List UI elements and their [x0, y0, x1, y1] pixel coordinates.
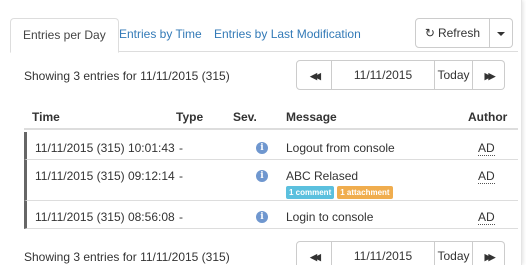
row-severity: i: [256, 167, 268, 182]
row-severity: i: [256, 208, 268, 223]
row-author[interactable]: AD: [478, 210, 495, 225]
row-author[interactable]: AD: [478, 169, 495, 184]
row-author[interactable]: AD: [478, 141, 495, 156]
row-time: 11/11/2015 (315) 10:01:43: [35, 141, 175, 155]
tab-entries-by-last-modification[interactable]: Entries by Last Modification: [202, 18, 373, 52]
table-row[interactable]: 11/11/2015 (315) 08:56:08 - i Login to c…: [24, 201, 518, 229]
row-type: -: [179, 141, 183, 155]
attachment-count-badge[interactable]: 1 attachment: [337, 186, 393, 199]
date-input[interactable]: [332, 241, 435, 265]
today-button[interactable]: Today: [435, 241, 473, 265]
next-day-button[interactable]: ▶▶: [473, 241, 505, 265]
info-icon: i: [256, 142, 268, 154]
column-header-severity[interactable]: Sev.: [233, 110, 257, 124]
column-header-time[interactable]: Time: [32, 110, 60, 124]
chevron-down-icon: [497, 31, 505, 36]
row-type: -: [179, 210, 183, 224]
row-time: 11/11/2015 (315) 08:56:08: [35, 210, 175, 224]
refresh-icon: ↻: [424, 26, 435, 40]
today-button[interactable]: Today: [435, 60, 473, 90]
refresh-label: Refresh: [437, 26, 480, 40]
comment-count-badge[interactable]: 1 comment: [286, 186, 335, 199]
double-chevron-right-icon: ▶▶: [484, 252, 496, 262]
date-pager: ◀◀ Today ▶▶: [296, 241, 505, 265]
date-input[interactable]: [332, 60, 435, 90]
log-panel: Entries per Day Entries by Time Entries …: [0, 0, 522, 265]
entries-summary: Showing 3 entries for 11/11/2015 (315): [24, 69, 230, 83]
tab-entries-by-time[interactable]: Entries by Time: [107, 18, 214, 52]
next-day-button[interactable]: ▶▶: [473, 60, 505, 90]
column-header-type[interactable]: Type: [176, 110, 203, 124]
previous-day-button[interactable]: ◀◀: [296, 60, 332, 90]
row-severity: i: [256, 139, 268, 154]
row-message: Login to console: [286, 210, 374, 224]
info-icon: i: [256, 211, 268, 223]
tab-entries-per-day[interactable]: Entries per Day: [10, 18, 119, 53]
row-message: ABC Relased: [286, 169, 359, 183]
double-chevron-right-icon: ▶▶: [484, 71, 496, 81]
previous-day-button[interactable]: ◀◀: [296, 241, 332, 265]
refresh-button-group: ↻ Refresh: [414, 18, 513, 48]
info-icon: i: [256, 170, 268, 182]
table-row[interactable]: 11/11/2015 (315) 10:01:43 - i Logout fro…: [24, 132, 518, 160]
double-chevron-left-icon: ◀◀: [310, 252, 321, 262]
row-time: 11/11/2015 (315) 09:12:14: [35, 169, 175, 183]
column-header-message[interactable]: Message: [286, 110, 337, 124]
row-message: Logout from console: [286, 141, 395, 155]
date-pager: ◀◀ Today ▶▶: [296, 60, 505, 90]
entries-summary: Showing 3 entries for 11/11/2015 (315): [24, 250, 230, 264]
double-chevron-left-icon: ◀◀: [310, 71, 321, 81]
refresh-button[interactable]: ↻ Refresh: [414, 18, 490, 48]
row-type: -: [179, 169, 183, 183]
refresh-options-dropdown[interactable]: [490, 18, 513, 48]
table-row[interactable]: 11/11/2015 (315) 09:12:14 - i ABC Relase…: [24, 160, 518, 201]
row-badges: 1 comment 1 attachment: [286, 186, 393, 199]
table-header: Time Type Sev. Message Author: [24, 106, 518, 130]
column-header-author[interactable]: Author: [468, 110, 507, 124]
